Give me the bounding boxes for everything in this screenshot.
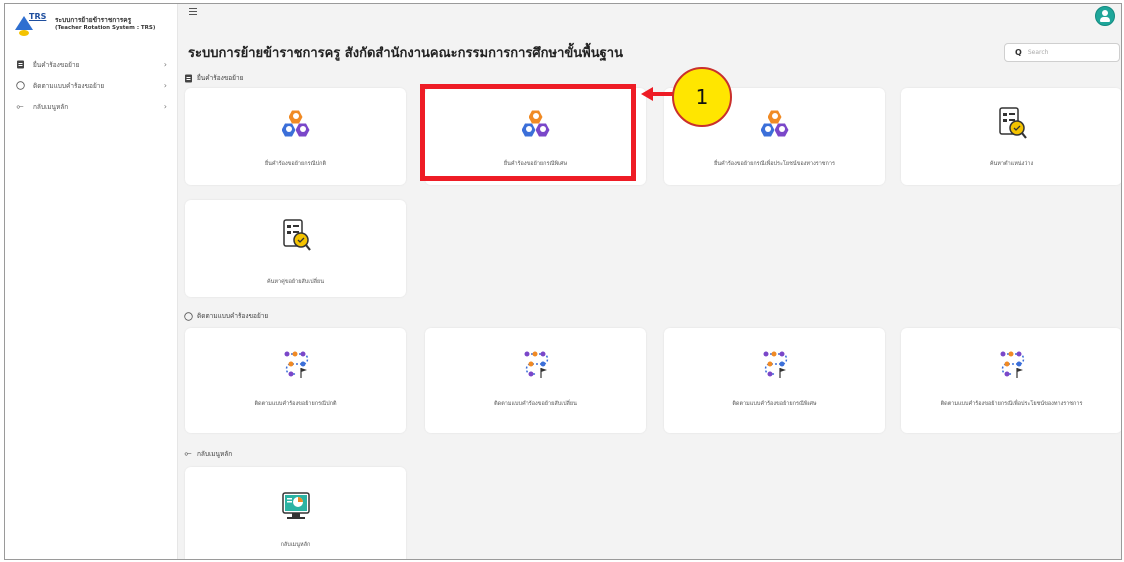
- card-track-government-benefit[interactable]: ติดตามแบบคำร้องขอย้ายกรณีเพื่อประโยชน์ขอ…: [901, 328, 1121, 433]
- card-label: ยื่นคำร้องขอย้ายกรณีเพื่อประโยชน์ของทางร…: [714, 161, 835, 167]
- search-icon: Q: [1015, 48, 1022, 57]
- route-icon: [999, 350, 1025, 380]
- card-vacancy-search[interactable]: ค้นหาตำแหน่งว่าง: [901, 88, 1121, 185]
- card-label: ค้นหาคู่ขอย้ายสับเปลี่ยน: [266, 279, 324, 285]
- search-placeholder: Search: [1027, 49, 1049, 56]
- hamburger-menu-icon[interactable]: [189, 8, 197, 16]
- monitor-chart-icon: [279, 491, 313, 523]
- page-title: ระบบการย้ายข้าราชการครู สังกัดสำนักงานคณ…: [188, 46, 623, 61]
- card-main-menu[interactable]: กลับเมนูหลัก: [185, 467, 406, 559]
- route-icon: [523, 350, 549, 380]
- route-icon: [283, 350, 309, 380]
- highlight-box: [420, 84, 636, 181]
- back-arrow-icon: ⟜: [184, 449, 192, 459]
- card-label: กลับเมนูหลัก: [280, 542, 311, 548]
- circle-icon: [15, 81, 25, 91]
- trs-logo-icon: TRS: [15, 12, 46, 36]
- card-label: ยื่นคำร้องขอย้ายกรณีปกติ: [264, 161, 327, 167]
- document-search-icon: [997, 106, 1027, 142]
- sidebar-item-label: กลับเมนูหลัก: [33, 102, 69, 111]
- logo-subtitle: (Teacher Rotation System : TRS): [55, 25, 156, 31]
- chevron-right-icon: ›: [163, 102, 167, 111]
- people-hex-icon: [760, 108, 790, 142]
- section-track-request: ติดตามแบบคำร้องขอย้าย: [183, 311, 268, 321]
- card-track-normal[interactable]: ติดตามแบบคำร้องขอย้ายกรณีปกติ: [185, 328, 406, 433]
- document-search-icon: [281, 218, 311, 254]
- search-input[interactable]: Q Search: [1004, 43, 1120, 62]
- back-arrow-icon: ⟜: [16, 101, 24, 112]
- card-label: ติดตามแบบคำร้องขอย้ายกรณีปกติ: [254, 401, 337, 407]
- chevron-right-icon: ›: [163, 60, 167, 69]
- file-icon: [183, 73, 193, 83]
- step-number-badge: 1: [672, 67, 732, 127]
- card-label: ติดตามแบบคำร้องขอย้ายสับเปลี่ยน: [494, 401, 577, 407]
- card-label: ติดตามแบบคำร้องขอย้ายกรณีเพื่อประโยชน์ขอ…: [940, 401, 1083, 407]
- section-submit-request: ยื่นคำร้องขอย้าย: [183, 73, 243, 83]
- user-avatar-icon[interactable]: [1095, 6, 1115, 26]
- annotation-arrow-line: [652, 92, 674, 96]
- app-logo[interactable]: TRS ระบบการย้ายข้าราชการครู (Teacher Rot…: [5, 4, 177, 44]
- logo-title: ระบบการย้ายข้าราชการครู: [55, 16, 132, 24]
- sidebar-item-submit-request[interactable]: ยื่นคำร้องขอย้าย ›: [5, 54, 177, 75]
- route-icon: [762, 350, 788, 380]
- sidebar-item-label: ติดตามแบบคำร้องขอย้าย: [33, 81, 105, 90]
- card-track-swap[interactable]: ติดตามแบบคำร้องขอย้ายสับเปลี่ยน: [425, 328, 646, 433]
- circle-icon: [183, 311, 193, 321]
- sidebar: TRS ระบบการย้ายข้าราชการครู (Teacher Rot…: [5, 4, 178, 559]
- card-label: ค้นหาตำแหน่งว่าง: [989, 161, 1034, 167]
- card-label: ติดตามแบบคำร้องขอย้ายกรณีพิเศษ: [732, 401, 817, 407]
- people-hex-icon: [281, 108, 311, 142]
- card-track-special[interactable]: ติดตามแบบคำร้องขอย้ายกรณีพิเศษ: [664, 328, 885, 433]
- sidebar-nav: ยื่นคำร้องขอย้าย › ติดตามแบบคำร้องขอย้าย…: [5, 54, 177, 117]
- sidebar-item-main-menu[interactable]: ⟜ กลับเมนูหลัก ›: [5, 96, 177, 117]
- card-normal-request[interactable]: ยื่นคำร้องขอย้ายกรณีปกติ: [185, 88, 406, 185]
- sidebar-item-label: ยื่นคำร้องขอย้าย: [33, 60, 80, 69]
- annotation-arrow-icon: [641, 87, 653, 101]
- sidebar-item-track-request[interactable]: ติดตามแบบคำร้องขอย้าย ›: [5, 75, 177, 96]
- section-main-menu: ⟜ กลับเมนูหลัก: [184, 449, 233, 459]
- file-icon: [15, 60, 25, 70]
- card-swap-partner-search[interactable]: ค้นหาคู่ขอย้ายสับเปลี่ยน: [185, 200, 406, 297]
- chevron-right-icon: ›: [163, 81, 167, 90]
